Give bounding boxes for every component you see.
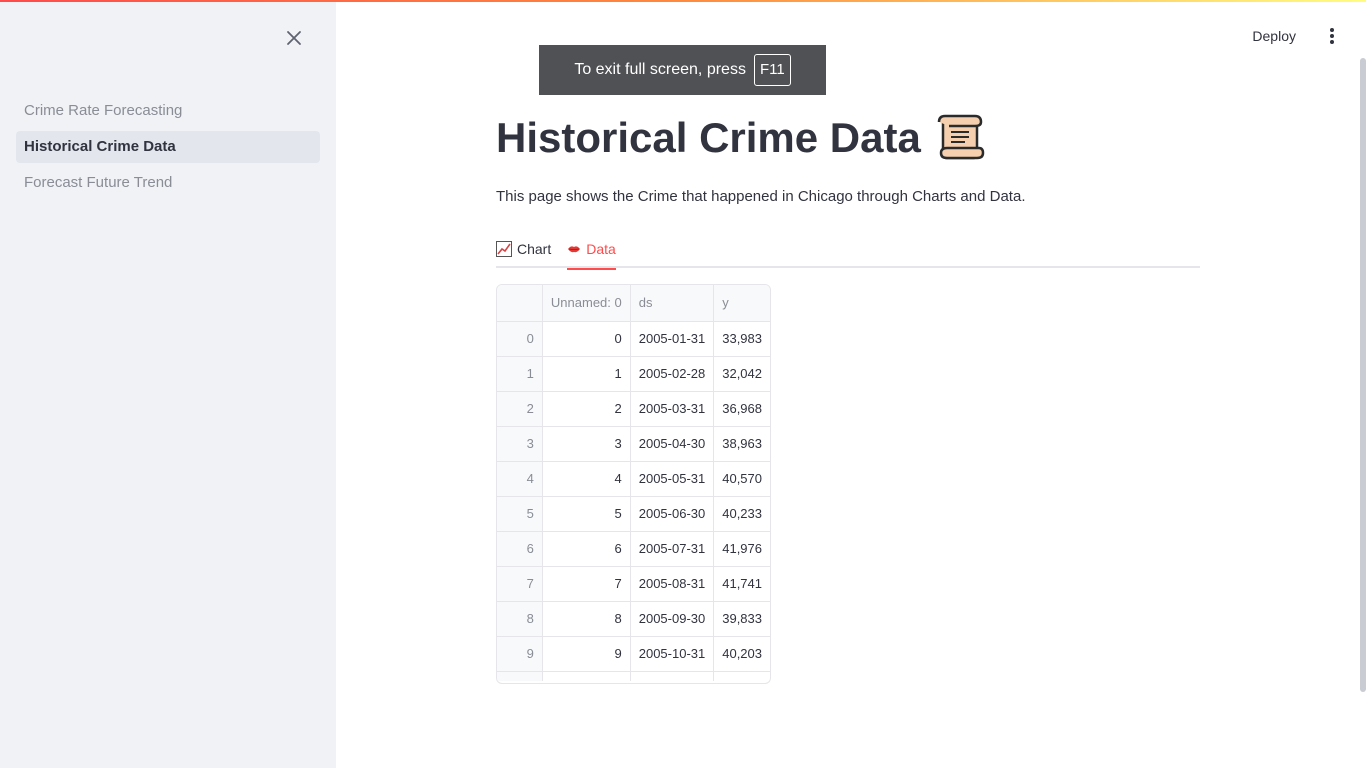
- lips-icon: [568, 246, 581, 253]
- unnamed-cell: 3: [542, 426, 631, 462]
- header-actions: Deploy: [1246, 24, 1342, 48]
- close-sidebar-button[interactable]: [282, 26, 306, 50]
- table-row: 4 4 2005-05-31 40,570: [497, 461, 770, 497]
- ds-cell: 2005-01-31: [630, 321, 715, 357]
- content-tabs: Chart Data: [496, 234, 1200, 270]
- y-cell: 40,570: [713, 461, 770, 497]
- y-cell: 41,976: [713, 531, 770, 567]
- kebab-menu-icon: [1330, 28, 1334, 44]
- chart-icon: [496, 241, 512, 257]
- main-menu-button[interactable]: [1322, 24, 1342, 48]
- table-row: 7 7 2005-08-31 41,741: [497, 566, 770, 602]
- ds-cell: 2005-02-28: [630, 356, 715, 392]
- sidebar-item-historical-crime-data[interactable]: Historical Crime Data: [16, 131, 320, 163]
- unnamed-cell: 9: [542, 636, 631, 672]
- ds-cell: 2005-04-30: [630, 426, 715, 462]
- unnamed-cell: 1: [542, 356, 631, 392]
- row-index-cell: 8: [497, 601, 543, 637]
- table-row-partial: [497, 671, 770, 681]
- deploy-button[interactable]: Deploy: [1246, 24, 1302, 48]
- row-index-cell: 1: [497, 356, 543, 392]
- sidebar-item-crime-rate-forecasting[interactable]: Crime Rate Forecasting: [16, 95, 320, 127]
- sidebar-nav: Crime Rate Forecasting Historical Crime …: [16, 95, 320, 203]
- fullscreen-notice-text: To exit full screen, press: [574, 61, 746, 78]
- table-row: 3 3 2005-04-30 38,963: [497, 426, 770, 462]
- unnamed-cell: 2: [542, 391, 631, 427]
- table-row: 9 9 2005-10-31 40,203: [497, 636, 770, 672]
- page-scrollbar[interactable]: [1360, 58, 1366, 692]
- table-row: 1 1 2005-02-28 32,042: [497, 356, 770, 392]
- column-header-ds[interactable]: ds: [630, 285, 715, 322]
- table-row: 2 2 2005-03-31 36,968: [497, 391, 770, 427]
- close-icon: [287, 31, 301, 45]
- tab-chart[interactable]: Chart: [496, 234, 551, 268]
- unnamed-cell: 4: [542, 461, 631, 497]
- table-header-row: Unnamed: 0 ds y: [497, 285, 770, 322]
- ds-cell: 2005-10-31: [630, 636, 715, 672]
- y-cell: 41,741: [713, 566, 770, 602]
- table-row: 5 5 2005-06-30 40,233: [497, 496, 770, 532]
- ds-cell: 2005-05-31: [630, 461, 715, 497]
- ds-cell: 2005-08-31: [630, 566, 715, 602]
- unnamed-cell: 7: [542, 566, 631, 602]
- y-cell: 33,983: [713, 321, 770, 357]
- sidebar: Crime Rate Forecasting Historical Crime …: [0, 0, 336, 768]
- y-cell: 32,042: [713, 356, 770, 392]
- y-cell: 40,203: [713, 636, 770, 672]
- row-index-cell: 7: [497, 566, 543, 602]
- row-index-cell: 5: [497, 496, 543, 532]
- y-cell: 38,963: [713, 426, 770, 462]
- data-table[interactable]: Unnamed: 0 ds y 0 0 2005-01-31 33,983 1 …: [496, 284, 771, 684]
- table-row: 6 6 2005-07-31 41,976: [497, 531, 770, 567]
- row-index-cell: 9: [497, 636, 543, 672]
- scroll-icon: [937, 114, 985, 160]
- y-cell: 39,833: [713, 601, 770, 637]
- row-index-cell: 2: [497, 391, 543, 427]
- unnamed-cell: 6: [542, 531, 631, 567]
- unnamed-cell: [542, 671, 631, 681]
- sidebar-item-forecast-future-trend[interactable]: Forecast Future Trend: [16, 167, 320, 199]
- page-title-text: Historical Crime Data: [496, 114, 921, 161]
- column-header-unnamed[interactable]: Unnamed: 0: [542, 285, 631, 322]
- unnamed-cell: 0: [542, 321, 631, 357]
- table-row: 8 8 2005-09-30 39,833: [497, 601, 770, 637]
- tab-chart-label: Chart: [517, 241, 552, 257]
- y-cell: [714, 671, 770, 681]
- tab-data-label: Data: [586, 241, 616, 257]
- column-header-y[interactable]: y: [713, 285, 770, 322]
- tab-data[interactable]: Data: [567, 234, 616, 270]
- row-index-cell: 4: [497, 461, 543, 497]
- ds-cell: 2005-07-31: [630, 531, 715, 567]
- top-decoration-bar: [0, 0, 1366, 2]
- ds-cell: 2005-09-30: [630, 601, 715, 637]
- table-row: 0 0 2005-01-31 33,983: [497, 321, 770, 357]
- ds-cell: 2005-03-31: [630, 391, 715, 427]
- row-index-cell: 3: [497, 426, 543, 462]
- ds-cell: 2005-06-30: [630, 496, 715, 532]
- page-title: Historical Crime Data: [496, 112, 987, 164]
- column-header-index[interactable]: [497, 285, 543, 322]
- page-description: This page shows the Crime that happened …: [496, 188, 1026, 205]
- unnamed-cell: 8: [542, 601, 631, 637]
- fullscreen-exit-notice: To exit full screen, press F11: [539, 45, 826, 95]
- fullscreen-key-badge: F11: [753, 54, 791, 86]
- y-cell: 40,233: [713, 496, 770, 532]
- row-index-cell: 6: [497, 531, 543, 567]
- y-cell: 36,968: [713, 391, 770, 427]
- unnamed-cell: 5: [542, 496, 631, 532]
- row-index-cell: 0: [497, 321, 543, 357]
- ds-cell: [630, 671, 715, 681]
- row-index-cell: [497, 671, 543, 681]
